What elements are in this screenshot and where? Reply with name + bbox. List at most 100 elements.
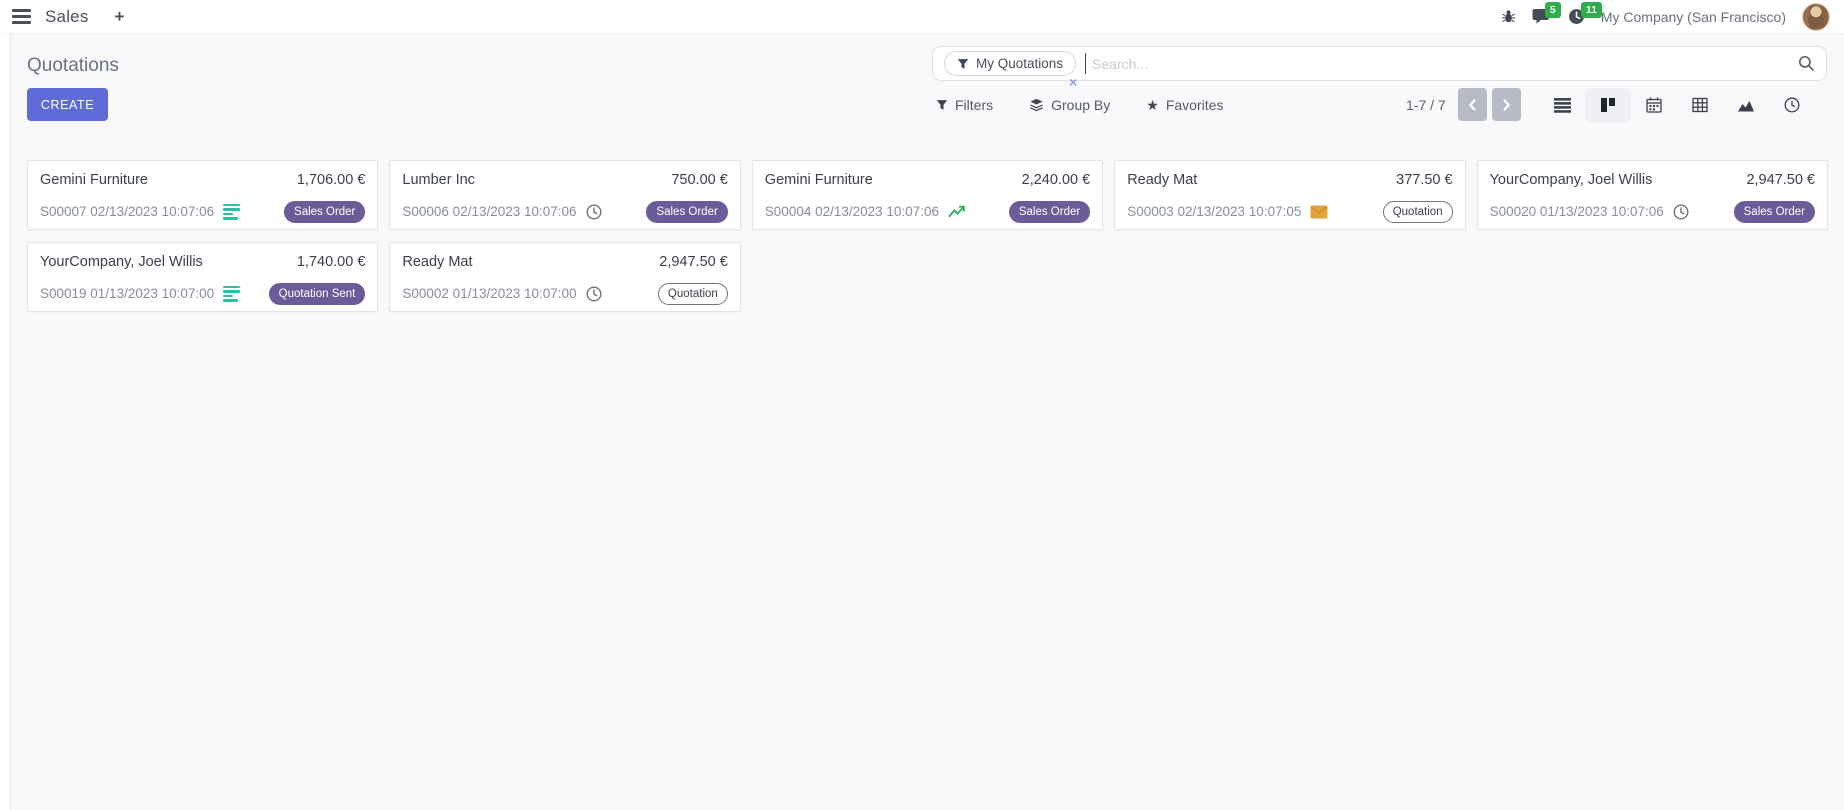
filter-funnel-icon bbox=[936, 99, 948, 111]
favorites-label: Favorites bbox=[1166, 97, 1224, 113]
customer-name: Gemini Furniture bbox=[40, 172, 148, 188]
status-badge: Sales Order bbox=[646, 201, 727, 223]
facet-remove-icon[interactable]: × bbox=[1069, 75, 1077, 89]
order-reference: S00020 01/13/2023 10:07:06 bbox=[1490, 204, 1664, 219]
graph-view-button[interactable] bbox=[1723, 88, 1769, 122]
quotation-card[interactable]: Ready Mat 377.50 € S00003 02/13/2023 10:0… bbox=[1114, 160, 1465, 230]
user-avatar[interactable] bbox=[1802, 3, 1830, 31]
apps-menu-icon[interactable] bbox=[12, 9, 31, 24]
customer-name: YourCompany, Joel Willis bbox=[40, 254, 203, 270]
filters-button[interactable]: Filters bbox=[936, 97, 993, 113]
customer-name: Ready Mat bbox=[1127, 172, 1197, 188]
pager-next-button[interactable] bbox=[1492, 88, 1521, 121]
create-button[interactable]: CREATE bbox=[27, 88, 108, 121]
activities-menu[interactable]: 11 bbox=[1568, 8, 1585, 25]
amount-total: 1,740.00 € bbox=[297, 254, 366, 270]
pager-previous-button[interactable] bbox=[1458, 88, 1487, 121]
status-badge: Sales Order bbox=[284, 201, 365, 223]
search-input[interactable] bbox=[1092, 56, 1798, 72]
status-badge: Sales Order bbox=[1734, 201, 1815, 223]
search-facet: My Quotations bbox=[944, 51, 1076, 76]
content-area: Quotations My Quotations × bbox=[0, 33, 1844, 810]
search-icon[interactable] bbox=[1798, 55, 1815, 72]
debug-bug-icon[interactable] bbox=[1501, 9, 1516, 24]
facet-label: My Quotations bbox=[976, 56, 1063, 71]
text-caret bbox=[1085, 53, 1086, 74]
activities-count-badge: 11 bbox=[1581, 2, 1602, 18]
top-navbar: Sales + 5 11 My Company (San Francisco) bbox=[0, 0, 1844, 33]
activity-clock-icon bbox=[586, 204, 602, 220]
quotation-card[interactable]: Ready Mat 2,947.50 € S00002 01/13/2023 10… bbox=[389, 242, 740, 312]
group-by-label: Group By bbox=[1051, 97, 1110, 113]
quotation-card[interactable]: Gemini Furniture 2,240.00 € S00004 02/13/… bbox=[752, 160, 1103, 230]
amount-total: 1,706.00 € bbox=[297, 172, 366, 188]
kanban-grid: Gemini Furniture 1,706.00 € S00007 02/13/… bbox=[27, 160, 1828, 312]
favorites-button[interactable]: ★ Favorites bbox=[1146, 97, 1223, 113]
status-badge: Sales Order bbox=[1009, 201, 1090, 223]
order-reference: S00007 02/13/2023 10:07:06 bbox=[40, 204, 214, 219]
activity-view-button[interactable] bbox=[1769, 88, 1815, 122]
amount-total: 750.00 € bbox=[671, 172, 727, 188]
quotation-card[interactable]: Gemini Furniture 1,706.00 € S00007 02/13/… bbox=[27, 160, 378, 230]
activity-list-icon bbox=[223, 204, 240, 220]
status-badge: Quotation bbox=[658, 283, 728, 305]
plus-icon[interactable]: + bbox=[115, 7, 125, 27]
quotation-card[interactable]: YourCompany, Joel Willis 1,740.00 € S0001… bbox=[27, 242, 378, 312]
kanban-view-button[interactable] bbox=[1585, 88, 1631, 122]
order-reference: S00003 02/13/2023 10:07:05 bbox=[1127, 204, 1301, 219]
calendar-view-button[interactable] bbox=[1631, 88, 1677, 122]
clock-activity-icon[interactable] bbox=[586, 286, 602, 302]
star-icon: ★ bbox=[1146, 98, 1159, 112]
filters-label: Filters bbox=[955, 97, 993, 113]
list-view-button[interactable] bbox=[1539, 88, 1585, 122]
app-name[interactable]: Sales bbox=[45, 7, 89, 27]
quotation-card[interactable]: Lumber Inc 750.00 € S00006 02/13/2023 10:… bbox=[389, 160, 740, 230]
filter-funnel-icon bbox=[957, 58, 969, 70]
order-reference: S00004 02/13/2023 10:07:06 bbox=[765, 204, 939, 219]
customer-name: Lumber Inc bbox=[402, 172, 475, 188]
graph-view-icon bbox=[1737, 98, 1755, 113]
calendar-view-icon bbox=[1646, 97, 1662, 113]
trend-up-activity-icon[interactable] bbox=[948, 204, 967, 220]
messages-menu[interactable]: 5 bbox=[1532, 8, 1552, 25]
clock-activity-icon[interactable] bbox=[1673, 204, 1689, 220]
order-reference: S00006 02/13/2023 10:07:06 bbox=[402, 204, 576, 219]
amount-total: 2,947.50 € bbox=[659, 254, 728, 270]
activity-clock-icon bbox=[586, 286, 602, 302]
search-bar[interactable]: My Quotations × bbox=[932, 46, 1827, 81]
pivot-view-icon bbox=[1692, 97, 1708, 113]
order-reference: S00019 01/13/2023 10:07:00 bbox=[40, 286, 214, 301]
list-teal-activity-icon[interactable] bbox=[223, 286, 240, 302]
pivot-view-button[interactable] bbox=[1677, 88, 1723, 122]
messages-count-badge: 5 bbox=[1545, 2, 1561, 18]
kanban-view-icon bbox=[1600, 97, 1616, 113]
clock-activity-icon[interactable] bbox=[586, 204, 602, 220]
list-teal-activity-icon[interactable] bbox=[223, 204, 240, 220]
customer-name: Gemini Furniture bbox=[765, 172, 873, 188]
amount-total: 377.50 € bbox=[1396, 172, 1452, 188]
view-switcher bbox=[1539, 88, 1815, 122]
status-badge: Quotation bbox=[1383, 201, 1453, 223]
activity-clock-icon bbox=[1673, 204, 1689, 220]
customer-name: Ready Mat bbox=[402, 254, 472, 270]
activity-list-icon bbox=[223, 286, 240, 302]
action-panel: Quotations My Quotations × bbox=[10, 33, 1844, 810]
chevron-left-icon bbox=[1468, 99, 1477, 111]
amount-total: 2,947.50 € bbox=[1746, 172, 1815, 188]
layers-icon bbox=[1029, 98, 1044, 112]
amount-total: 2,240.00 € bbox=[1022, 172, 1091, 188]
activity-envelope-icon bbox=[1310, 205, 1328, 219]
list-view-icon bbox=[1554, 98, 1571, 113]
quotation-card[interactable]: YourCompany, Joel Willis 2,947.50 € S0002… bbox=[1477, 160, 1828, 230]
group-by-button[interactable]: Group By bbox=[1029, 97, 1110, 113]
activity-view-icon bbox=[1784, 97, 1800, 113]
status-badge: Quotation Sent bbox=[269, 283, 366, 305]
page-title: Quotations bbox=[27, 55, 119, 77]
order-reference: S00002 01/13/2023 10:07:00 bbox=[402, 286, 576, 301]
envelope-activity-icon[interactable] bbox=[1310, 205, 1328, 219]
activity-trending-up-icon bbox=[948, 204, 967, 220]
customer-name: YourCompany, Joel Willis bbox=[1490, 172, 1653, 188]
pager-counter: 1-7 / 7 bbox=[1406, 97, 1446, 113]
chevron-right-icon bbox=[1502, 99, 1511, 111]
company-switcher[interactable]: My Company (San Francisco) bbox=[1601, 9, 1786, 25]
